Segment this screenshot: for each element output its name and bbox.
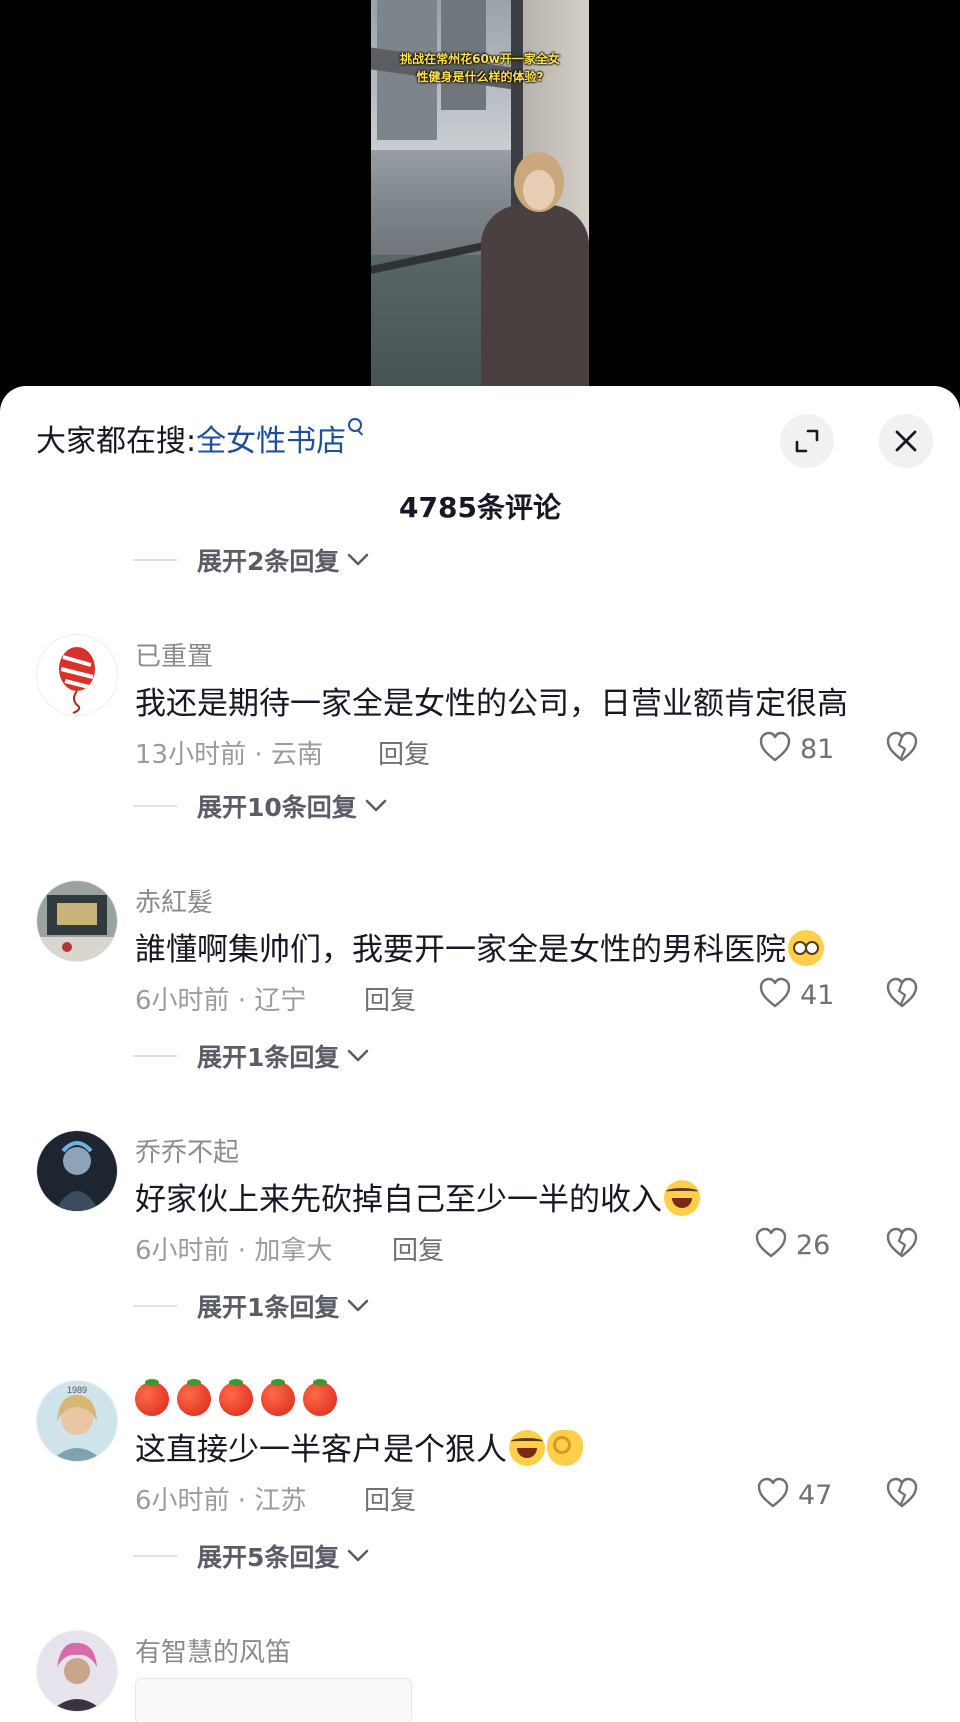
comment-username[interactable]: 有智慧的风笛 xyxy=(135,1632,291,1669)
search-icon xyxy=(348,418,366,438)
expand-replies-label: 展开5条回复 xyxy=(197,1543,340,1572)
tomato-icon xyxy=(303,1379,337,1416)
comment-time-location: 6小时前 · 江苏 xyxy=(135,1486,307,1516)
comment-item: 赤紅髮 誰懂啊集帅们，我要开一家全是女性的男科医院 6小时前 · 辽宁 回复 4… xyxy=(0,880,960,1020)
reply-button[interactable]: 回复 xyxy=(364,980,416,1017)
expand-replies-label: 展开1条回复 xyxy=(197,1293,340,1322)
comment-count: 4785条评论 xyxy=(399,491,561,524)
tomato-icon xyxy=(177,1379,211,1416)
expand-replies-button[interactable]: 展开10条回复 xyxy=(133,788,387,824)
reply-button[interactable]: 回复 xyxy=(364,1480,416,1517)
divider xyxy=(133,559,177,561)
expand-replies-label: 展开1条回复 xyxy=(197,1043,340,1072)
chevron-down-icon xyxy=(348,553,369,566)
like-count: 41 xyxy=(800,980,835,1011)
comment-item: 1989 这直接少一半客户是个狠人 6小时前 · 江苏 回复 47 xyxy=(0,1379,960,1520)
comment-username[interactable] xyxy=(135,1379,345,1423)
comment-text: 誰懂啊集帅们，我要开一家全是女性的男科医院 xyxy=(135,924,824,969)
comment-preview-box xyxy=(135,1678,412,1722)
comment-text: 这直接少一半客户是个狠人 xyxy=(135,1424,583,1469)
video-player[interactable]: 挑战在常州花60w开一家全女 性健身是什么样的体验? xyxy=(0,0,960,386)
comment-item: 乔乔不起 好家伙上来先砍掉自己至少一半的收入 6小时前 · 加拿大 回复 26 xyxy=(0,1130,960,1270)
heart-icon[interactable] xyxy=(756,1476,790,1510)
comment-time-location: 13小时前 · 云南 xyxy=(135,740,323,770)
chevron-down-icon xyxy=(348,1049,369,1062)
reply-button[interactable]: 回复 xyxy=(392,1230,444,1267)
laughing-emoji-icon xyxy=(509,1430,545,1466)
comment-sheet: 大家都在搜: 全女性书店 4785条评论 展开2条回复 已重置 我还是期待一家全… xyxy=(0,386,960,1722)
comment-username[interactable]: 乔乔不起 xyxy=(135,1132,239,1169)
expand-icon xyxy=(795,429,819,453)
broken-heart-icon[interactable] xyxy=(885,1476,919,1510)
like-count: 26 xyxy=(796,1230,831,1261)
tomato-icon xyxy=(219,1379,253,1416)
tomato-icon xyxy=(135,1379,169,1416)
tomato-icon xyxy=(261,1379,295,1416)
broken-heart-icon[interactable] xyxy=(885,730,919,764)
heart-icon[interactable] xyxy=(754,1226,788,1260)
search-suggestion-term[interactable]: 全女性书店 xyxy=(196,416,346,460)
comment-text-body: 好家伙上来先砍掉自己至少一半的收入 xyxy=(135,1182,662,1218)
laughing-emoji-icon xyxy=(664,1180,700,1216)
divider xyxy=(133,1305,177,1307)
expand-button[interactable] xyxy=(780,414,834,468)
svg-text:1989: 1989 xyxy=(67,1385,87,1395)
video-person-face xyxy=(523,170,555,210)
expand-replies-button[interactable]: 展开5条回复 xyxy=(133,1538,369,1574)
ok-hand-emoji-icon xyxy=(547,1430,583,1466)
expand-replies-label: 展开10条回复 xyxy=(197,793,357,822)
comment-time-location: 6小时前 · 加拿大 xyxy=(135,1236,333,1266)
comment-username[interactable]: 赤紅髮 xyxy=(135,882,213,919)
like-count: 47 xyxy=(798,1480,833,1511)
close-icon xyxy=(895,430,917,452)
comment-text: 好家伙上来先砍掉自己至少一半的收入 xyxy=(135,1174,700,1219)
heart-icon[interactable] xyxy=(758,730,792,764)
comment-item: 已重置 我还是期待一家全是女性的公司，日营业额肯定很高 13小时前 · 云南 回… xyxy=(0,634,960,774)
comment-time-location: 6小时前 · 辽宁 xyxy=(135,986,307,1016)
expand-replies-button[interactable]: 展开2条回复 xyxy=(133,542,369,578)
divider xyxy=(133,1555,177,1557)
comment-text: 我还是期待一家全是女性的公司，日营业额肯定很高 xyxy=(135,686,848,722)
avatar[interactable] xyxy=(36,634,118,716)
heart-icon[interactable] xyxy=(758,976,792,1010)
search-suggestion-label: 大家都在搜: xyxy=(36,424,197,459)
video-caption: 挑战在常州花60w开一家全女 性健身是什么样的体验? xyxy=(400,52,560,84)
broken-heart-icon[interactable] xyxy=(885,976,919,1010)
video-frame[interactable]: 挑战在常州花60w开一家全女 性健身是什么样的体验? xyxy=(371,0,589,386)
broken-heart-icon[interactable] xyxy=(885,1226,919,1260)
divider xyxy=(133,1055,177,1057)
chevron-down-icon xyxy=(348,1299,369,1312)
close-button[interactable] xyxy=(879,414,933,468)
comment-text-body: 誰懂啊集帅们，我要开一家全是女性的男科医院 xyxy=(135,932,786,968)
chevron-down-icon xyxy=(348,1549,369,1562)
comment-username[interactable]: 已重置 xyxy=(135,636,213,673)
reply-button[interactable]: 回复 xyxy=(378,734,430,771)
like-count: 81 xyxy=(800,734,835,765)
avatar[interactable] xyxy=(36,1630,118,1712)
avatar[interactable] xyxy=(36,1130,118,1212)
expand-replies-label: 展开2条回复 xyxy=(197,547,340,576)
expand-replies-button[interactable]: 展开1条回复 xyxy=(133,1288,369,1324)
avatar[interactable]: 1989 xyxy=(36,1380,118,1462)
expand-replies-button[interactable]: 展开1条回复 xyxy=(133,1038,369,1074)
divider xyxy=(133,805,177,807)
search-suggestion[interactable]: 大家都在搜: 全女性书店 xyxy=(36,416,366,460)
chevron-down-icon xyxy=(365,799,387,812)
flushed-face-emoji-icon xyxy=(788,930,824,966)
video-person xyxy=(481,205,589,386)
avatar[interactable] xyxy=(36,880,118,962)
comment-text-body: 这直接少一半客户是个狠人 xyxy=(135,1432,507,1468)
